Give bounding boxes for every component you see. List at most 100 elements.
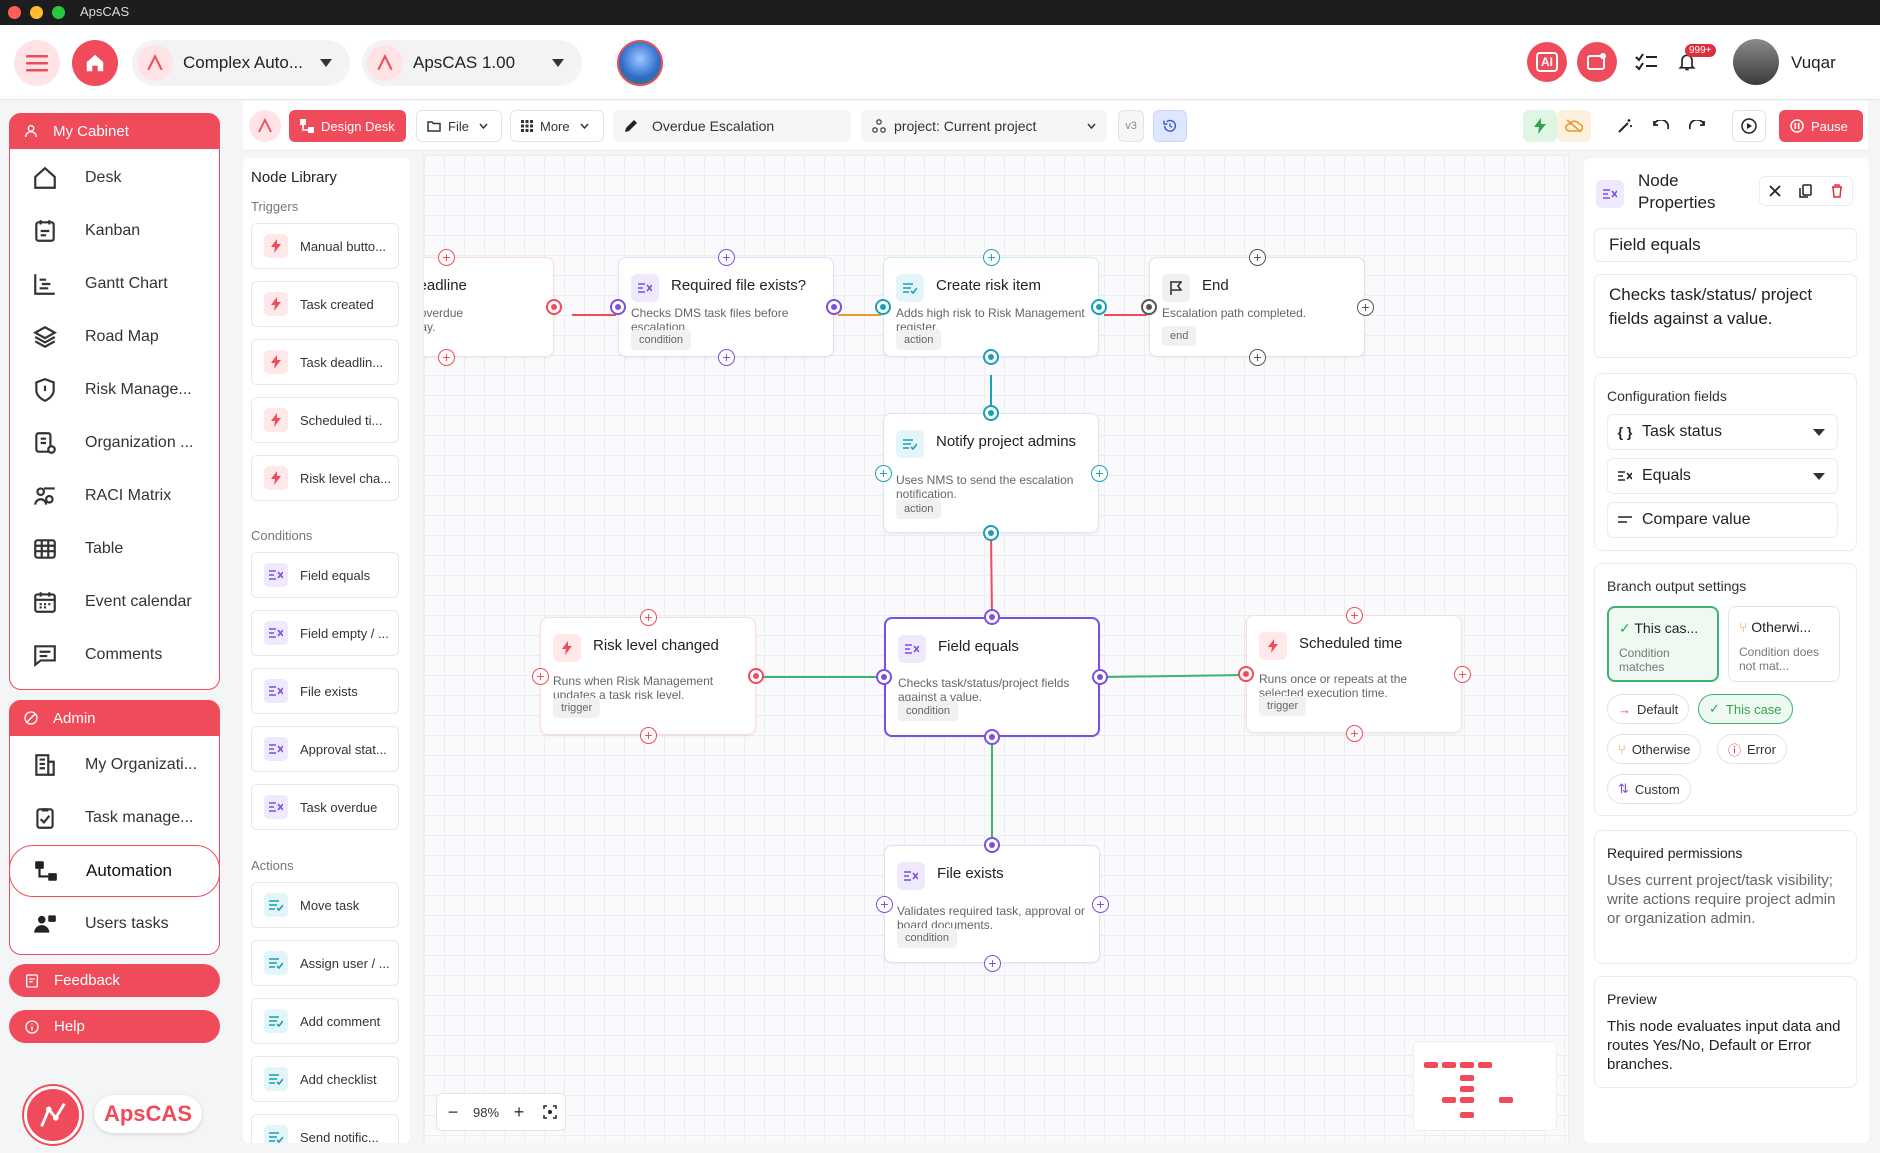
- tasks-button[interactable]: [1630, 42, 1662, 82]
- output-port[interactable]: [1092, 669, 1108, 685]
- sidebar-item-organization[interactable]: Organization ...: [9, 417, 220, 469]
- duplicate-icon[interactable]: [1799, 184, 1813, 198]
- sidebar-item-my-organization[interactable]: My Organizati...: [9, 739, 220, 791]
- library-item-triggers[interactable]: Task deadlin...: [251, 339, 399, 385]
- ai-button[interactable]: AI: [1527, 42, 1567, 82]
- add-node-below-button[interactable]: +: [1249, 349, 1266, 366]
- node-name-field[interactable]: Field equals: [1594, 228, 1857, 262]
- add-node-above-button[interactable]: +: [438, 249, 455, 266]
- add-node-right-button[interactable]: +: [1092, 896, 1109, 913]
- input-port[interactable]: [610, 299, 626, 315]
- sidebar-item-kanban[interactable]: Kanban: [9, 205, 220, 257]
- inbox-button[interactable]: [1577, 42, 1617, 82]
- add-node-right-button[interactable]: +: [1357, 299, 1374, 316]
- input-port[interactable]: [876, 669, 892, 685]
- library-item-conditions[interactable]: Field empty / ...: [251, 610, 399, 656]
- output-port[interactable]: [984, 729, 1000, 745]
- node-sched[interactable]: Scheduled time Runs once or repeats at t…: [1246, 615, 1462, 733]
- add-node-below-button[interactable]: +: [640, 727, 657, 744]
- cabinet-header[interactable]: My Cabinet: [9, 113, 220, 149]
- chip-otherwise[interactable]: ⑂ Otherwise: [1607, 734, 1702, 764]
- admin-header[interactable]: Admin: [9, 700, 220, 736]
- node-notify[interactable]: Notify project admins Uses NMS to send t…: [883, 413, 1099, 533]
- library-item-actions[interactable]: Assign user / ...: [251, 940, 399, 986]
- node-file[interactable]: File exists Validates required task, app…: [884, 845, 1100, 963]
- output-port[interactable]: [1091, 299, 1107, 315]
- branch-this-case[interactable]: ✓ This cas... Condition matches: [1607, 606, 1719, 682]
- add-node-right-button[interactable]: +: [1091, 465, 1108, 482]
- sidebar-item-road-map[interactable]: Road Map: [9, 311, 220, 363]
- sidebar-item-comments[interactable]: Comments: [9, 629, 220, 681]
- node-create[interactable]: Create risk item Adds high risk to Risk …: [883, 257, 1099, 357]
- operator-select[interactable]: Equals: [1607, 458, 1838, 494]
- help-button[interactable]: Help: [9, 1010, 220, 1043]
- live-toggle-button[interactable]: [1523, 110, 1557, 142]
- output-port[interactable]: [983, 525, 999, 541]
- redo-button[interactable]: [1681, 110, 1713, 142]
- fit-view-button[interactable]: [535, 1105, 565, 1119]
- node-risk[interactable]: Risk level changed Runs when Risk Manage…: [540, 617, 756, 735]
- add-node-right-button[interactable]: +: [1454, 666, 1471, 683]
- sidebar-item-automation[interactable]: Automation: [9, 845, 220, 897]
- user-name[interactable]: Vuqar: [1791, 53, 1836, 73]
- library-item-triggers[interactable]: Manual butto...: [251, 223, 399, 269]
- pause-button[interactable]: Pause: [1779, 110, 1863, 142]
- delete-icon[interactable]: [1831, 184, 1843, 198]
- input-port[interactable]: [875, 299, 891, 315]
- sidebar-item-users-tasks[interactable]: Users tasks: [9, 898, 220, 950]
- chip-error[interactable]: ⓘ Error: [1717, 734, 1787, 764]
- chip-custom[interactable]: ⇅ Custom: [1607, 774, 1691, 804]
- add-node-left-button[interactable]: +: [532, 668, 549, 685]
- node-required[interactable]: Required file exists? Checks DMS task fi…: [618, 257, 834, 357]
- add-node-below-button[interactable]: +: [1346, 725, 1363, 742]
- user-avatar[interactable]: [1733, 39, 1779, 85]
- add-node-above-button[interactable]: +: [1346, 607, 1363, 624]
- workspace-avatar[interactable]: [617, 40, 663, 86]
- input-port[interactable]: [984, 609, 1000, 625]
- library-item-conditions[interactable]: Task overdue: [251, 784, 399, 830]
- minimize-window-button[interactable]: [30, 6, 43, 19]
- add-node-above-button[interactable]: +: [1249, 249, 1266, 266]
- menu-button[interactable]: [14, 40, 60, 86]
- node-deadline[interactable]: sk deadline ssed eduler emits overdue ts…: [424, 257, 554, 357]
- library-item-actions[interactable]: Send notific...: [251, 1114, 399, 1143]
- flow-name-field[interactable]: Overdue Escalation: [613, 110, 851, 142]
- branch-otherwise[interactable]: ⑂ Otherwi... Condition does not mat...: [1728, 606, 1840, 682]
- output-port[interactable]: [748, 668, 764, 684]
- home-button[interactable]: [72, 40, 118, 86]
- add-node-left-button[interactable]: +: [875, 465, 892, 482]
- task-status-select[interactable]: { } Task status: [1607, 414, 1838, 450]
- sidebar-item-raci-matrix[interactable]: RACI Matrix: [9, 470, 220, 522]
- file-menu-button[interactable]: File: [416, 110, 502, 142]
- undo-button[interactable]: [1645, 110, 1677, 142]
- cloud-sync-button[interactable]: [1557, 110, 1591, 142]
- library-item-conditions[interactable]: Field equals: [251, 552, 399, 598]
- notifications-button[interactable]: 999+: [1671, 42, 1716, 82]
- add-node-above-button[interactable]: +: [983, 249, 1000, 266]
- more-menu-button[interactable]: More: [510, 110, 604, 142]
- project-selector[interactable]: Complex Auto...: [132, 40, 350, 86]
- node-end[interactable]: End Escalation path completed. end: [1149, 257, 1365, 357]
- add-node-below-button[interactable]: +: [438, 349, 455, 366]
- sidebar-item-table[interactable]: Table: [9, 523, 220, 575]
- project-scope-select[interactable]: project: Current project: [861, 110, 1107, 142]
- design-desk-button[interactable]: Design Desk: [289, 110, 406, 142]
- output-port[interactable]: [983, 349, 999, 365]
- library-item-actions[interactable]: Add checklist: [251, 1056, 399, 1102]
- history-button[interactable]: [1153, 110, 1187, 142]
- sidebar-item-gantt-chart[interactable]: Gantt Chart: [9, 258, 220, 310]
- chip-default[interactable]: → Default: [1607, 694, 1690, 724]
- library-item-conditions[interactable]: Approval stat...: [251, 726, 399, 772]
- library-item-actions[interactable]: Move task: [251, 882, 399, 928]
- node-field[interactable]: Field equals Checks task/status/project …: [884, 617, 1100, 737]
- library-item-triggers[interactable]: Risk level cha...: [251, 455, 399, 501]
- compare-value-field[interactable]: Compare value: [1607, 502, 1838, 538]
- sidebar-item-task-management[interactable]: Task manage...: [9, 792, 220, 844]
- run-button[interactable]: [1732, 110, 1766, 142]
- add-node-below-button[interactable]: +: [718, 349, 735, 366]
- add-node-above-button[interactable]: +: [640, 609, 657, 626]
- input-port[interactable]: [1238, 666, 1254, 682]
- zoom-in-button[interactable]: +: [503, 1102, 535, 1123]
- minimap[interactable]: [1413, 1041, 1557, 1131]
- version-selector[interactable]: ApsCAS 1.00: [362, 40, 582, 86]
